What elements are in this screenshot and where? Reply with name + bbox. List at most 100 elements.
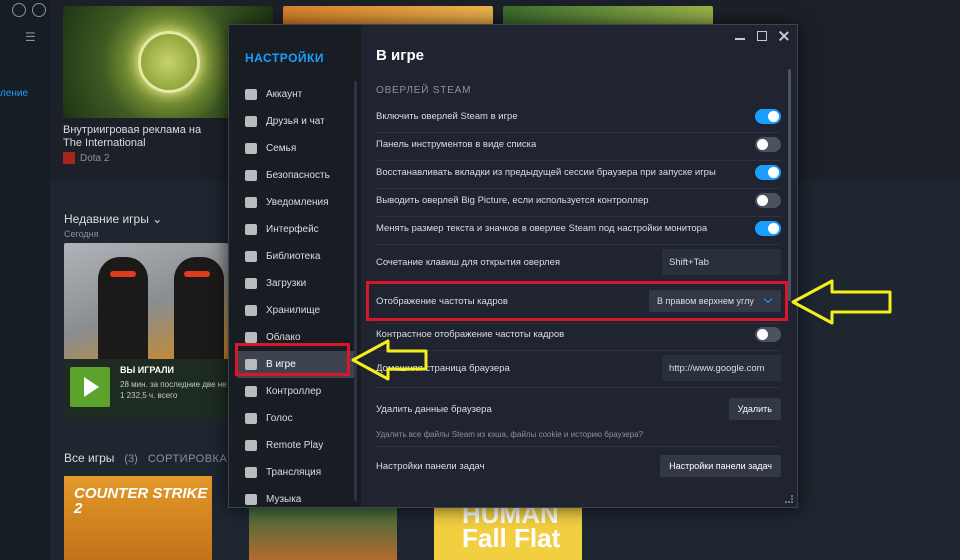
settings-title: НАСТРОЙКИ (245, 51, 324, 65)
setting-row-taskbar: Настройки панели задач Настройки панели … (376, 455, 781, 477)
scale-toggle[interactable] (755, 221, 781, 236)
recent-game-card[interactable]: ВЫ ИГРАЛИ 28 мин. за последние две не 1 … (64, 243, 228, 419)
sidebar-item-label: Трансляция (266, 467, 322, 478)
setting-row-big-picture: Выводить оверлей Big Picture, если испол… (376, 193, 781, 208)
music-icon (245, 494, 257, 505)
sidebar-scrollbar[interactable] (354, 81, 357, 501)
overlay-enable-toggle[interactable] (755, 109, 781, 124)
shelf-item-game-name: Dota 2 (80, 152, 110, 164)
sidebar-item-music[interactable]: Музыка (237, 486, 357, 513)
all-games-label[interactable]: Все игры (64, 451, 114, 465)
setting-row-delete-browser: Удалить данные браузера Удалить (376, 398, 781, 420)
setting-label: Включить оверлей Steam в игре (376, 111, 518, 122)
setting-label: Восстанавливать вкладки из предыдущей се… (376, 167, 716, 178)
taskbar-settings-button[interactable]: Настройки панели задач (660, 455, 781, 477)
setting-label: Выводить оверлей Big Picture, если испол… (376, 195, 649, 206)
setting-row-fps-contrast: Контрастное отображение частоты кадров (376, 327, 781, 342)
sidebar-link[interactable]: ление (0, 88, 28, 99)
played-stats: 28 мин. за последние две не 1 232,5 ч. в… (120, 379, 228, 401)
game-tile-dota2[interactable] (249, 508, 397, 560)
sort-button[interactable]: СОРТИРОВКА (148, 453, 227, 465)
sidebar-item-broadcast[interactable]: Трансляция (237, 459, 357, 486)
sidebar-item-label: Remote Play (266, 440, 324, 451)
sidebar-item-label: Музыка (266, 494, 302, 505)
sidebar-item-label: Загрузки (266, 278, 307, 289)
delete-browser-hint: Удалить все файлы Steam из кэша, файлы c… (376, 430, 644, 439)
sidebar-item-notifications[interactable]: Уведомления (237, 189, 357, 216)
sidebar-item-monitor[interactable]: Интерфейс (237, 216, 357, 243)
sidebar-item-storage[interactable]: Хранилище (237, 297, 357, 324)
monitor-icon (245, 224, 257, 235)
sidebar-item-friends[interactable]: Друзья и чат (237, 108, 357, 135)
settings-sidebar: НАСТРОЙКИ Аккаунт Друзья и чат Семья Безопа… (229, 25, 361, 507)
settings-window: НАСТРОЙКИ Аккаунт Друзья и чат Семья Безопа… (228, 24, 798, 508)
sidebar-item-label: Уведомления (266, 197, 329, 208)
friends-icon (245, 116, 257, 127)
maximize-icon[interactable] (757, 31, 767, 41)
filter-icon[interactable]: ☰ (25, 30, 36, 44)
sidebar-item-label: Хранилище (266, 305, 320, 316)
recent-games-subheading: Сегодня (64, 229, 99, 239)
sidebar-item-label: Голос (266, 413, 293, 424)
setting-row-restore-tabs: Восстанавливать вкладки из предыдущей се… (376, 165, 781, 180)
account-icon (245, 89, 257, 100)
restore-tabs-toggle[interactable] (755, 165, 781, 180)
family-icon (245, 143, 257, 154)
cloud-icon (245, 332, 257, 343)
game-tile-cs2[interactable]: COUNTER STRIKE 2 (64, 476, 212, 560)
played-recent: 28 мин. за последние две не (120, 380, 227, 389)
arrow-fps-icon (791, 279, 892, 325)
sidebar-item-library[interactable]: Библиотека (237, 243, 357, 270)
sidebar-item-label: Безопасность (266, 170, 330, 181)
sidebar-item-label: Библиотека (266, 251, 321, 262)
hotkey-field[interactable]: Shift+Tab (662, 249, 781, 275)
broadcast-icon (245, 467, 257, 478)
minimize-icon[interactable] (735, 31, 745, 41)
shelf-artwork-2[interactable] (283, 6, 493, 26)
resize-handle-icon[interactable] (785, 495, 793, 503)
setting-row-homepage: Домашняя страница браузера http://www.go… (376, 355, 781, 381)
recent-games-heading[interactable]: Недавние игры ⌄ (64, 212, 162, 226)
setting-label: Панель инструментов в виде списка (376, 139, 537, 150)
sidebar-item-account[interactable]: Аккаунт (237, 81, 357, 108)
toolbar-list-toggle[interactable] (755, 137, 781, 152)
sidebar-item-remote-play[interactable]: Remote Play (237, 432, 357, 459)
setting-label: Сочетание клавиш для открытия оверлея (376, 256, 561, 268)
delete-browser-data-button[interactable]: Удалить (728, 398, 781, 420)
big-picture-toggle[interactable] (755, 193, 781, 208)
microphone-icon (245, 413, 257, 424)
section-title: ОВЕРЛЕЙ STEAM (376, 85, 472, 96)
clock-icon[interactable] (12, 3, 26, 17)
homepage-field[interactable]: http://www.google.com (662, 355, 781, 381)
setting-label: Удалить данные браузера (376, 403, 492, 415)
window-controls (735, 31, 789, 41)
played-status: ВЫ ИГРАЛИ (120, 365, 174, 375)
settings-nav: Аккаунт Друзья и чат Семья Безопасность Увед… (237, 81, 357, 513)
fps-highlight-box (366, 281, 788, 321)
chevron-down-icon: ⌄ (152, 212, 163, 226)
nav-highlight-box (235, 343, 350, 376)
sidebar-item-controller[interactable]: Контроллер (237, 378, 357, 405)
setting-row-overlay-enable: Включить оверлей Steam в игре (376, 109, 781, 124)
play-button[interactable] (70, 367, 110, 407)
content-scrollbar[interactable] (788, 69, 791, 301)
library-icon (245, 251, 257, 262)
download-icon (245, 278, 257, 289)
arrow-nav-icon (351, 339, 428, 381)
setting-label: Настройки панели задач (376, 460, 485, 472)
sidebar-item-label: Аккаунт (266, 89, 303, 100)
settings-content: В игре ОВЕРЛЕЙ STEAM Включить оверлей St… (361, 25, 797, 507)
sidebar-item-family[interactable]: Семья (237, 135, 357, 162)
sidebar-item-shield[interactable]: Безопасность (237, 162, 357, 189)
sidebar-item-label: Контроллер (266, 386, 322, 397)
sidebar-item-download[interactable]: Загрузки (237, 270, 357, 297)
fps-contrast-toggle[interactable] (755, 327, 781, 342)
play-circle-icon[interactable] (32, 3, 46, 17)
library-sidebar: ☰ ление (0, 0, 50, 560)
shelf-item-title[interactable]: Внутриигровая реклама на The Internation… (63, 124, 223, 150)
close-icon[interactable] (779, 31, 789, 41)
setting-row-hotkey: Сочетание клавиш для открытия оверлея Sh… (376, 249, 781, 275)
sidebar-item-microphone[interactable]: Голос (237, 405, 357, 432)
shield-icon (245, 170, 257, 181)
shelf-artwork-3[interactable] (503, 6, 713, 26)
